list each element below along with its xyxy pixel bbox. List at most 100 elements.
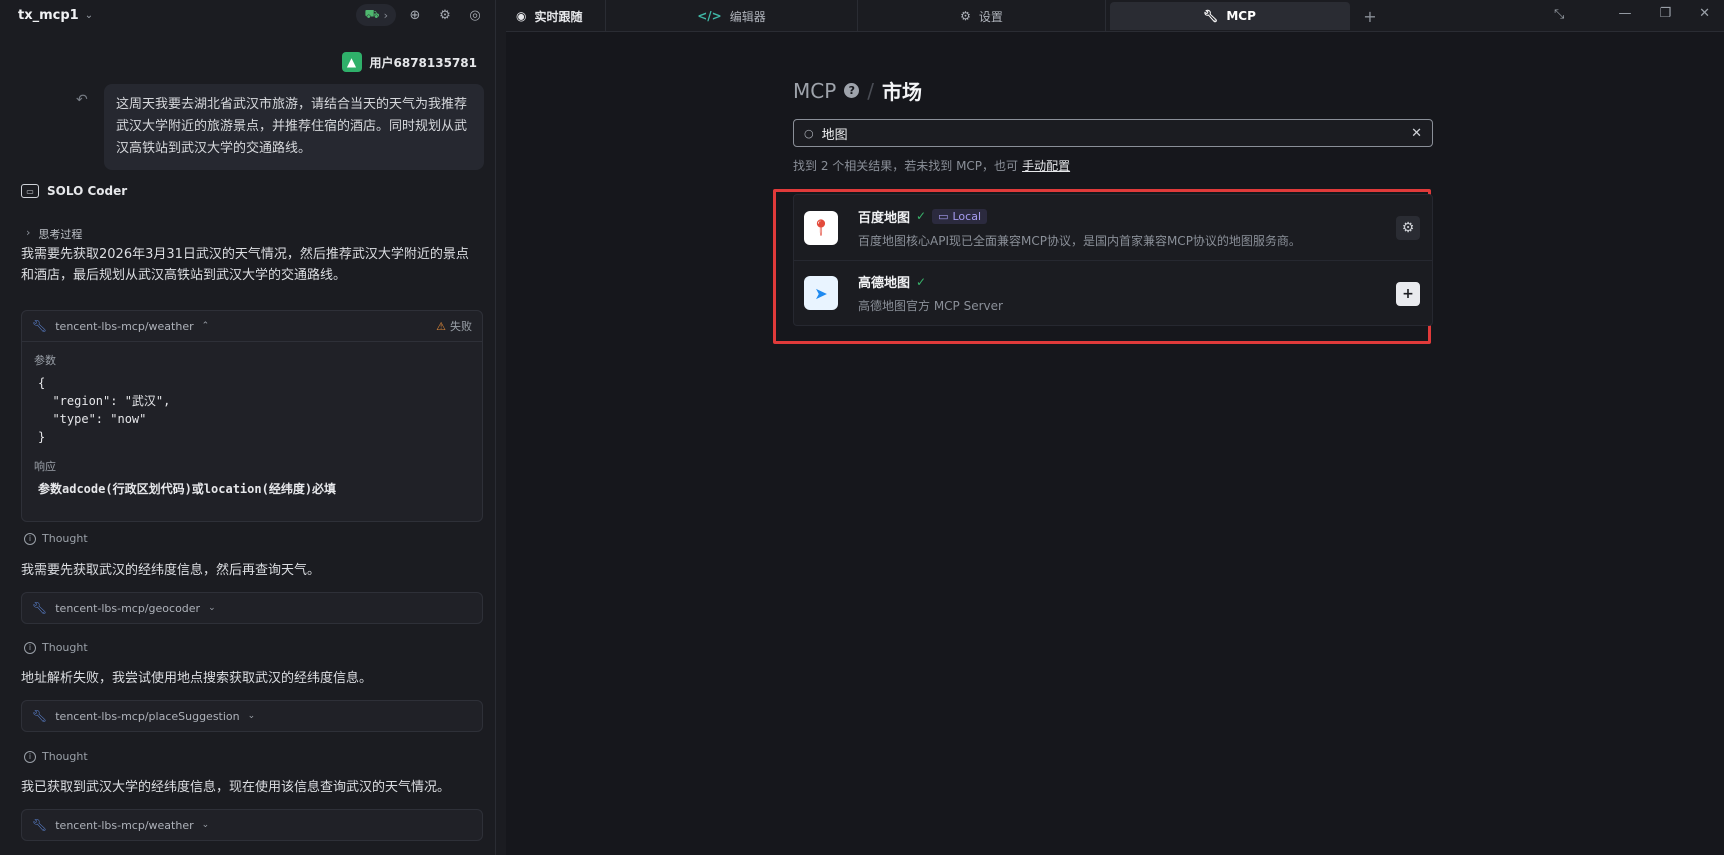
chevron-down-icon: ⌄: [201, 820, 210, 830]
restore-icon[interactable]: ❐: [1659, 6, 1671, 21]
new-chat-icon[interactable]: ⊕: [404, 4, 426, 26]
tab-editor[interactable]: </> 编辑器: [606, 0, 858, 32]
tab-label: MCP: [1226, 9, 1256, 23]
response-text: 参数adcode(行政区划代码)或location(经纬度)必填: [38, 482, 337, 496]
tab-label: 设置: [978, 9, 1003, 24]
item-name: 百度地图: [858, 210, 911, 226]
help-icon[interactable]: ?: [844, 83, 860, 98]
crumb-separator: /: [867, 78, 875, 103]
search-value[interactable]: 地图: [822, 124, 1403, 143]
wrench-icon: 🔧︎: [32, 818, 48, 832]
window-controls: — ❐ ✕: [1618, 6, 1710, 21]
wrench-icon: 🔧︎: [32, 709, 48, 723]
list-item[interactable]: ➤ 高德地图 ✓ 高德地图官方 MCP Server +: [794, 260, 1432, 325]
tab-settings[interactable]: ⚙ 设置: [858, 0, 1106, 32]
user-message: 这周天我要去湖北省武汉市旅游，请结合当天的天气为我推荐武汉大学附近的旅游景点，并…: [104, 84, 484, 170]
monitor-icon: ▭: [938, 209, 949, 223]
tool-header[interactable]: 🔧︎ tencent-lbs-mcp/placeSuggestion ⌄: [22, 701, 482, 731]
plus-icon: +: [1363, 6, 1377, 26]
clear-icon[interactable]: ✕: [1411, 126, 1422, 141]
tool-name: tencent-lbs-mcp/placeSuggestion: [55, 709, 240, 723]
thought-label: i Thought: [24, 750, 88, 763]
plugin-icon: ⛟: [364, 7, 380, 21]
warning-icon: ⚠: [436, 319, 446, 333]
list-item[interactable]: 📍︎ 百度地图 ✓ ▭ Local 百度地图核心API现已全面兼容MCP协议，是国…: [794, 195, 1432, 260]
minimize-icon[interactable]: —: [1618, 6, 1631, 21]
local-tag: ▭ Local: [932, 208, 987, 224]
search-icon: ○: [804, 126, 814, 140]
avatar: ▲: [341, 52, 362, 72]
user-name: 用户6878135781: [369, 55, 478, 70]
thought-label: i Thought: [24, 641, 88, 654]
tab-label: 编辑器: [729, 9, 766, 24]
results-summary: 找到 2 个相关结果，若未找到 MCP，也可 手动配置: [793, 157, 1070, 174]
main-panel: ◉ 实时跟随 </> 编辑器 ⚙ 设置 🔧︎ MCP + ⤡ — ❐ ✕ MCP…: [506, 0, 1724, 855]
chat-header: tx_mcp1 ⌄ ⛟ › ⊕ ⚙ ◎: [0, 0, 496, 30]
chevron-right-icon: ›: [26, 226, 31, 239]
tool-call-weather-2: 🔧︎ tencent-lbs-mcp/weather ⌄: [21, 809, 483, 841]
chevron-down-icon[interactable]: ⌄: [85, 10, 93, 21]
tool-name: tencent-lbs-mcp/weather: [55, 319, 194, 333]
wrench-icon: 🔧︎: [32, 601, 48, 615]
item-description: 百度地图核心API现已全面兼容MCP协议，是国内首家兼容MCP协议的地图服务商。: [858, 233, 1301, 248]
account-icon[interactable]: ◎: [464, 4, 486, 26]
breadcrumb: MCP ? / 市场: [793, 76, 922, 105]
project-name[interactable]: tx_mcp1: [18, 8, 79, 23]
collapse-icon[interactable]: ⤡: [1554, 7, 1564, 22]
settings-button[interactable]: ⚙: [1396, 216, 1420, 240]
amap-logo: ➤: [804, 276, 838, 310]
agent-header: ▭ SOLO Coder: [21, 184, 127, 198]
target-icon: ◉: [516, 9, 527, 23]
tab-bar: ◉ 实时跟随 </> 编辑器 ⚙ 设置 🔧︎ MCP +: [506, 0, 1724, 32]
code-icon: </>: [697, 9, 722, 23]
agent-text: 我需要先获取2026年3月31日武汉的天气情况，然后推荐武汉大学附近的景点和酒店…: [21, 247, 469, 283]
info-icon: i: [24, 750, 36, 763]
params-code: { "region": "武汉", "type": "now" }: [38, 376, 171, 444]
tool-call-placesuggestion: 🔧︎ tencent-lbs-mcp/placeSuggestion ⌄: [21, 700, 483, 732]
tab-label: 实时跟随: [534, 9, 583, 24]
add-button[interactable]: +: [1396, 282, 1420, 306]
thinking-toggle[interactable]: › 思考过程: [26, 226, 82, 242]
tool-header[interactable]: 🔧︎ tencent-lbs-mcp/geocoder ⌄: [22, 593, 482, 623]
crumb-mcp[interactable]: MCP: [793, 79, 836, 103]
undo-icon[interactable]: ↶: [76, 92, 88, 108]
tab-live-follow[interactable]: ◉ 实时跟随: [506, 0, 606, 32]
tool-body: 参数 { "region": "武汉", "type": "now" } 响应 …: [22, 341, 482, 521]
agent-text: 我需要先获取武汉的经纬度信息，然后再查询天气。: [21, 563, 321, 578]
tool-header[interactable]: 🔧︎ tencent-lbs-mcp/weather ⌃ ⚠ 失败: [22, 311, 482, 341]
new-tab-button[interactable]: +: [1350, 0, 1390, 32]
baidu-map-logo: 📍︎: [804, 210, 838, 245]
tool-call-geocoder: 🔧︎ tencent-lbs-mcp/geocoder ⌄: [21, 592, 483, 624]
close-icon[interactable]: ✕: [1699, 6, 1710, 21]
tool-name: tencent-lbs-mcp/geocoder: [55, 601, 201, 615]
verified-icon: ✓: [916, 274, 927, 289]
chevron-right-icon: ›: [383, 8, 388, 22]
response-label: 响应: [34, 460, 56, 473]
agent-text: 我已获取到武汉大学的经纬度信息，现在使用该信息查询武汉的天气情况。: [21, 780, 451, 795]
agent-name: SOLO Coder: [47, 184, 128, 198]
info-icon: i: [24, 532, 36, 545]
tool-name: tencent-lbs-mcp/weather: [55, 818, 194, 832]
status-badge: ⚠ 失败: [436, 319, 472, 334]
item-name: 高德地图: [858, 276, 911, 291]
wrench-icon: 🔧︎: [1203, 9, 1219, 23]
mcp-results-list: 📍︎ 百度地图 ✓ ▭ Local 百度地图核心API现已全面兼容MCP协议，是国…: [793, 194, 1433, 326]
thinking-label: 思考过程: [38, 228, 83, 241]
search-input[interactable]: ○ 地图 ✕: [793, 119, 1433, 147]
results-text: 找到 2 个相关结果，若未找到 MCP，也可: [793, 159, 1019, 173]
chat-panel: tx_mcp1 ⌄ ⛟ › ⊕ ⚙ ◎ ▲ 用户6878135781 ↶ 这周天我…: [0, 0, 496, 855]
tool-header[interactable]: 🔧︎ tencent-lbs-mcp/weather ⌄: [22, 810, 482, 840]
tab-mcp[interactable]: 🔧︎ MCP: [1110, 2, 1350, 30]
chevron-up-icon: ⌃: [201, 321, 210, 331]
page-title: 市场: [882, 80, 923, 104]
tool-call-weather: 🔧︎ tencent-lbs-mcp/weather ⌃ ⚠ 失败 参数 { "r…: [21, 310, 483, 522]
gear-icon[interactable]: ⚙: [434, 4, 456, 26]
params-label: 参数: [34, 354, 56, 367]
chevron-down-icon: ⌄: [208, 603, 216, 613]
item-description: 高德地图官方 MCP Server: [858, 299, 1003, 313]
agent-text: 地址解析失败，我尝试使用地点搜索获取武汉的经纬度信息。: [21, 671, 373, 686]
manual-config-link[interactable]: 手动配置: [1022, 159, 1070, 173]
gear-icon: ⚙: [960, 9, 971, 23]
status-pill[interactable]: ⛟ ›: [356, 4, 396, 26]
chevron-down-icon: ⌄: [247, 711, 256, 721]
